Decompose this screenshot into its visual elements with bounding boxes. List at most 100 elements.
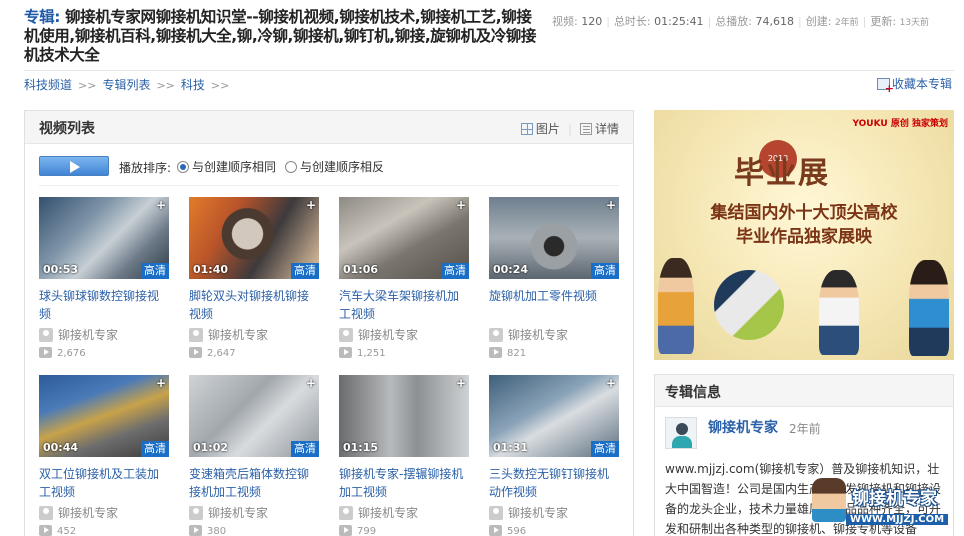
user-icon [39,328,53,342]
video-card[interactable]: +01:40 高清 脚轮双头对铆接机铆接视频 铆接机专家 2,647 [189,197,319,359]
video-list-panel: 视频列表 图片 | 详情 播放排序: 与创建顺序相同 与创建顺序相反 +00:53 高… [24,110,634,536]
ad-banner[interactable]: YOUKU 原创 独家策划 2013 毕业展 集结国内外十大顶尖高校 毕业作品独… [654,110,954,360]
view-toggle: 图片 | 详情 [520,120,619,137]
video-thumbnail[interactable]: +01:06 高清 [339,197,469,279]
video-author[interactable]: 铆接机专家 [489,504,619,521]
breadcrumb-tech[interactable]: 科技 [181,78,205,92]
breadcrumb-album-list[interactable]: 专辑列表 [102,78,150,92]
hd-badge: 高清 [141,441,169,457]
video-title[interactable]: 铆接机专家-摆辗铆接机加工视频 [339,465,469,501]
video-thumbnail[interactable]: +01:02 高清 [189,375,319,457]
sort-reverse-radio[interactable]: 与创建顺序相反 [285,158,384,175]
add-icon[interactable]: + [156,198,166,212]
sort-same-radio[interactable]: 与创建顺序相同 [177,158,276,175]
watermark-name: 铆接机专家 [852,489,937,509]
add-icon[interactable]: + [606,376,616,390]
favorite-icon [877,78,894,95]
video-title[interactable]: 脚轮双头对铆接机铆接视频 [189,287,319,323]
album-title-text: 铆接机专家网铆接机知识堂--铆接机视频,铆接机技术,铆接机工艺,铆接机使用,铆接… [24,8,537,64]
breadcrumb-tech-channel[interactable]: 科技频道 [24,78,72,92]
hd-badge: 高清 [291,441,319,457]
video-thumbnail[interactable]: +00:53 高清 [39,197,169,279]
stat-updated: 13天前 [899,18,930,28]
add-icon[interactable]: + [456,376,466,390]
video-title[interactable]: 变速箱壳后箱体数控铆接机加工视频 [189,465,319,501]
mascot-icon [812,478,846,522]
avatar[interactable] [665,417,697,449]
video-card[interactable]: +01:06 高清 汽车大梁车架铆接机加工视频 铆接机专家 1,251 [339,197,469,359]
favorite-label: 收藏本专辑 [892,77,953,91]
hd-badge: 高清 [141,263,169,279]
add-icon[interactable]: + [306,376,316,390]
add-icon[interactable]: + [306,198,316,212]
favorite-album-button[interactable]: 收藏本专辑 [877,75,953,95]
add-icon[interactable]: + [156,376,166,390]
video-thumbnail[interactable]: +01:40 高清 [189,197,319,279]
video-list-header: 视频列表 图片 | 详情 [25,111,633,144]
video-author[interactable]: 铆接机专家 [189,504,319,521]
sort-label: 播放排序: [119,161,172,175]
banner-figure [819,270,859,355]
user-icon [339,328,353,342]
video-author[interactable]: 铆接机专家 [339,326,469,343]
video-card[interactable]: +00:24 高清 旋铆机加工零件视频 铆接机专家 821 [489,197,619,359]
hd-badge: 高清 [591,441,619,457]
stat-videos: 120 [581,15,603,28]
video-duration: 01:06 [343,263,379,276]
video-author[interactable]: 铆接机专家 [39,504,169,521]
banner-headline: 毕业展 [734,156,830,191]
play-all-button[interactable] [39,156,109,176]
header-divider [24,70,954,71]
video-thumbnail[interactable]: +00:44 高清 [39,375,169,457]
play-count-icon [489,525,502,536]
radio-checked-icon [177,161,189,173]
video-views: 380 [189,525,319,536]
list-icon [579,123,592,135]
youku-logo: YOUKU 原创 独家策划 [852,119,948,129]
video-duration: 01:15 [343,441,379,454]
user-icon [339,506,353,520]
video-author[interactable]: 铆接机专家 [489,326,619,343]
video-title[interactable]: 双工位铆接机及工装加工视频 [39,465,169,501]
video-title[interactable]: 汽车大梁车架铆接机加工视频 [339,287,469,323]
video-views: 1,251 [339,347,469,359]
hd-badge: 高清 [291,263,319,279]
video-card[interactable]: +00:44 高清 双工位铆接机及工装加工视频 铆接机专家 452 [39,375,169,536]
video-title[interactable]: 旋铆机加工零件视频 [489,287,619,323]
video-thumbnail[interactable]: +01:31 高清 [489,375,619,457]
breadcrumb-sep: >> [210,79,230,92]
banner-line-1: 集结国内外十大顶尖高校 [710,203,898,223]
radio-unchecked-icon [285,161,297,173]
video-card[interactable]: +00:53 高清 球头铆球铆数控铆接视频 铆接机专家 2,676 [39,197,169,359]
video-views: 2,647 [189,347,319,359]
video-thumbnail[interactable]: +01:15 [339,375,469,457]
video-author[interactable]: 铆接机专家 [39,326,169,343]
add-icon[interactable]: + [606,198,616,212]
user-icon [189,506,203,520]
hd-badge: 高清 [441,263,469,279]
video-duration: 01:31 [493,441,529,454]
video-title[interactable]: 三头数控无铆钉铆接机动作视频 [489,465,619,501]
video-author[interactable]: 铆接机专家 [189,326,319,343]
video-card[interactable]: +01:31 高清 三头数控无铆钉铆接机动作视频 铆接机专家 596 [489,375,619,536]
video-views: 821 [489,347,619,359]
watermark-url: WWW.MJJZJ.COM [846,514,949,525]
stat-plays: 74,618 [755,15,795,28]
view-list-button[interactable]: 详情 [579,122,619,136]
video-thumbnail[interactable]: +00:24 高清 [489,197,619,279]
user-icon [39,506,53,520]
breadcrumb: 科技频道 >> 专辑列表 >> 科技 >> [24,76,235,93]
add-icon[interactable]: + [456,198,466,212]
video-title[interactable]: 球头铆球铆数控铆接视频 [39,287,169,323]
video-author[interactable]: 铆接机专家 [339,504,469,521]
video-card[interactable]: +01:02 高清 变速箱壳后箱体数控铆接机加工视频 铆接机专家 380 [189,375,319,536]
video-views: 2,676 [39,347,169,359]
banner-figure [909,260,949,356]
play-count-icon [39,347,52,358]
video-card[interactable]: +01:15 铆接机专家-摆辗铆接机加工视频 铆接机专家 799 [339,375,469,536]
album-author-link[interactable]: 铆接机专家 [708,417,778,437]
view-grid-button[interactable]: 图片 [520,122,560,136]
video-duration: 00:44 [43,441,79,454]
breadcrumb-sep: >> [156,79,175,92]
banner-figure [658,258,694,354]
